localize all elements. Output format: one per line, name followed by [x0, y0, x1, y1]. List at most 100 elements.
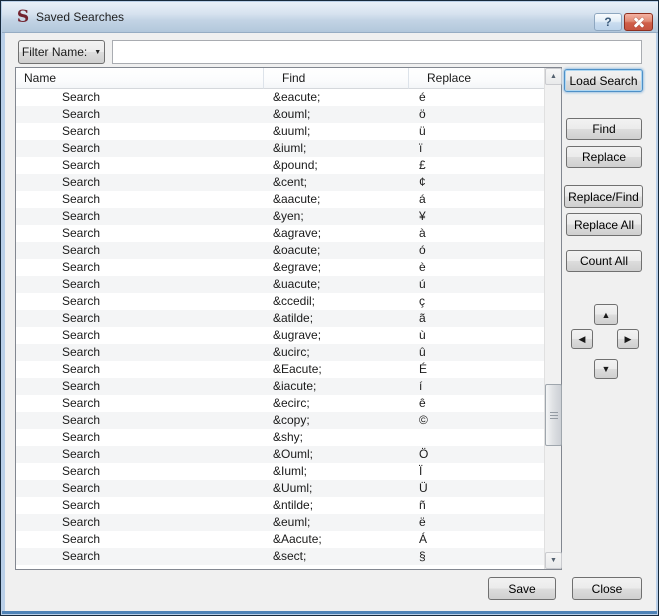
- table-row[interactable]: Search &eacute; é: [16, 89, 544, 106]
- replace-cell: ¢: [419, 175, 426, 189]
- replace-button[interactable]: Replace: [566, 146, 642, 168]
- move-left-button[interactable]: ◀: [571, 329, 593, 349]
- replace-cell: á: [419, 192, 426, 206]
- table-row[interactable]: Search &oacute; ó: [16, 242, 544, 259]
- find-cell: &euml;: [273, 515, 311, 529]
- filter-name-dropdown-button[interactable]: Filter Name: ▼: [18, 40, 105, 64]
- find-cell: &ugrave;: [273, 328, 322, 342]
- move-down-button[interactable]: ▼: [594, 359, 618, 379]
- sigil-logo-icon: S: [16, 7, 30, 27]
- replace-cell: Á: [419, 532, 428, 546]
- search-list: Search &eacute; é Search &ouml; ö Search &uuml;…: [16, 89, 544, 569]
- arrow-up-icon: ▲: [601, 309, 611, 320]
- table-row[interactable]: Search &egrave; è: [16, 259, 544, 276]
- table-row[interactable]: Search &yen; ¥: [16, 208, 544, 225]
- table-row[interactable]: Search &uuml; ü: [16, 123, 544, 140]
- arrow-left-icon: ◀: [578, 333, 586, 344]
- table-row[interactable]: Search &iuml; ï: [16, 140, 544, 157]
- replace-cell: ü: [419, 124, 426, 138]
- question-mark-icon: ?: [604, 15, 612, 29]
- name-cell: Search: [62, 141, 101, 155]
- help-button[interactable]: ?: [594, 13, 622, 31]
- window-title: Saved Searches: [36, 10, 125, 24]
- count-all-button[interactable]: Count All: [566, 250, 642, 272]
- table-row[interactable]: Search &ouml; ö: [16, 106, 544, 123]
- scrollbar-thumb[interactable]: [545, 384, 562, 446]
- replace-cell: ë: [419, 515, 426, 529]
- find-button[interactable]: Find: [566, 118, 642, 140]
- replace-cell: ù: [419, 328, 426, 342]
- table-row[interactable]: Search &ucirc; û: [16, 344, 544, 361]
- find-cell: &iuml;: [273, 141, 307, 155]
- close-window-button[interactable]: [624, 13, 653, 31]
- saved-searches-dialog: S Saved Searches ? Filter Name: ▼ Name F…: [0, 0, 659, 616]
- table-row[interactable]: Search &Aacute; Á: [16, 531, 544, 548]
- table-row[interactable]: Search &sect; §: [16, 548, 544, 565]
- title-bar[interactable]: S Saved Searches ?: [2, 2, 658, 33]
- table-row[interactable]: Search &uacute; ú: [16, 276, 544, 293]
- name-cell: Search: [62, 158, 101, 172]
- load-search-button[interactable]: Load Search: [564, 69, 643, 92]
- name-cell: Search: [62, 447, 101, 461]
- find-cell: &aacute;: [273, 192, 321, 206]
- column-header-find[interactable]: Find: [264, 68, 409, 89]
- save-button[interactable]: Save: [488, 577, 556, 600]
- table-row[interactable]: Search &atilde; ã: [16, 310, 544, 327]
- name-cell: Search: [62, 396, 101, 410]
- scroll-up-button[interactable]: ▲: [545, 68, 562, 85]
- table-row[interactable]: Search &agrave; à: [16, 225, 544, 242]
- replace-cell: §: [419, 549, 426, 563]
- replace-cell: ï: [419, 141, 423, 155]
- replace-all-button[interactable]: Replace All: [566, 213, 642, 236]
- find-cell: &pound;: [273, 158, 318, 172]
- move-right-button[interactable]: ▶: [617, 329, 639, 349]
- replace-cell: ç: [419, 294, 425, 308]
- close-button[interactable]: Close: [572, 577, 642, 600]
- replace-cell: û: [419, 345, 426, 359]
- replace-cell: É: [419, 362, 428, 376]
- find-cell: &ntilde;: [273, 498, 314, 512]
- chevron-down-icon: ▼: [94, 48, 102, 56]
- column-header-replace[interactable]: Replace: [409, 68, 544, 89]
- find-cell: &Aacute;: [273, 532, 322, 546]
- arrow-down-icon: ▼: [601, 364, 611, 374]
- table-row[interactable]: Search &Ouml; Ö: [16, 446, 544, 463]
- filter-input[interactable]: [112, 40, 642, 64]
- name-cell: Search: [62, 413, 101, 427]
- scroll-down-button[interactable]: ▼: [545, 552, 562, 569]
- name-cell: Search: [62, 277, 101, 291]
- name-cell: Search: [62, 90, 101, 104]
- name-cell: Search: [62, 294, 101, 308]
- table-row[interactable]: Search &Uuml; Ü: [16, 480, 544, 497]
- table-row[interactable]: Search &Eacute; É: [16, 361, 544, 378]
- table-row[interactable]: Search &Iuml; Ï: [16, 463, 544, 480]
- name-cell: Search: [62, 209, 101, 223]
- table-row[interactable]: Search &ugrave; ù: [16, 327, 544, 344]
- table-row[interactable]: Search &ecirc; ê: [16, 395, 544, 412]
- table-row[interactable]: Search &ccedil; ç: [16, 293, 544, 310]
- table-row[interactable]: Search &euml; ë: [16, 514, 544, 531]
- table-row[interactable]: Search &iacute; í: [16, 378, 544, 395]
- replace-find-button[interactable]: Replace/Find: [564, 185, 643, 208]
- find-cell: &Ouml;: [273, 447, 314, 461]
- name-cell: Search: [62, 498, 101, 512]
- find-cell: &Iuml;: [273, 464, 308, 478]
- name-cell: Search: [62, 175, 101, 189]
- name-cell: Search: [62, 532, 101, 546]
- table-row[interactable]: Search &ntilde; ñ: [16, 497, 544, 514]
- find-cell: &ouml;: [273, 107, 311, 121]
- replace-cell: ¥: [419, 209, 426, 223]
- table-row[interactable]: Search &pound; £: [16, 157, 544, 174]
- name-cell: Search: [62, 124, 101, 138]
- table-header: Name Find Replace: [16, 68, 544, 89]
- vertical-scrollbar[interactable]: ▲ ▼: [544, 68, 562, 569]
- move-up-button[interactable]: ▲: [594, 304, 618, 325]
- find-cell: &shy;: [273, 430, 304, 444]
- table-row[interactable]: Search &shy;: [16, 429, 544, 446]
- table-row[interactable]: Search &aacute; á: [16, 191, 544, 208]
- find-cell: &cent;: [273, 175, 308, 189]
- table-row[interactable]: Search &copy; ©: [16, 412, 544, 429]
- column-header-name[interactable]: Name: [16, 68, 264, 89]
- replace-cell: Ü: [419, 481, 428, 495]
- table-row[interactable]: Search &cent; ¢: [16, 174, 544, 191]
